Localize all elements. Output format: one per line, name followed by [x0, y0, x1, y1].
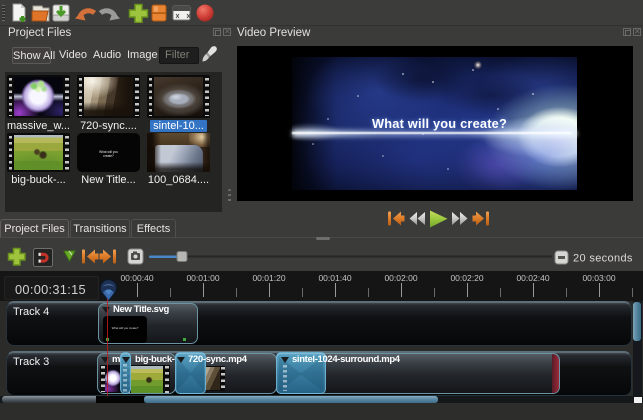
svg-text:20 seconds: 20 seconds: [573, 253, 633, 265]
